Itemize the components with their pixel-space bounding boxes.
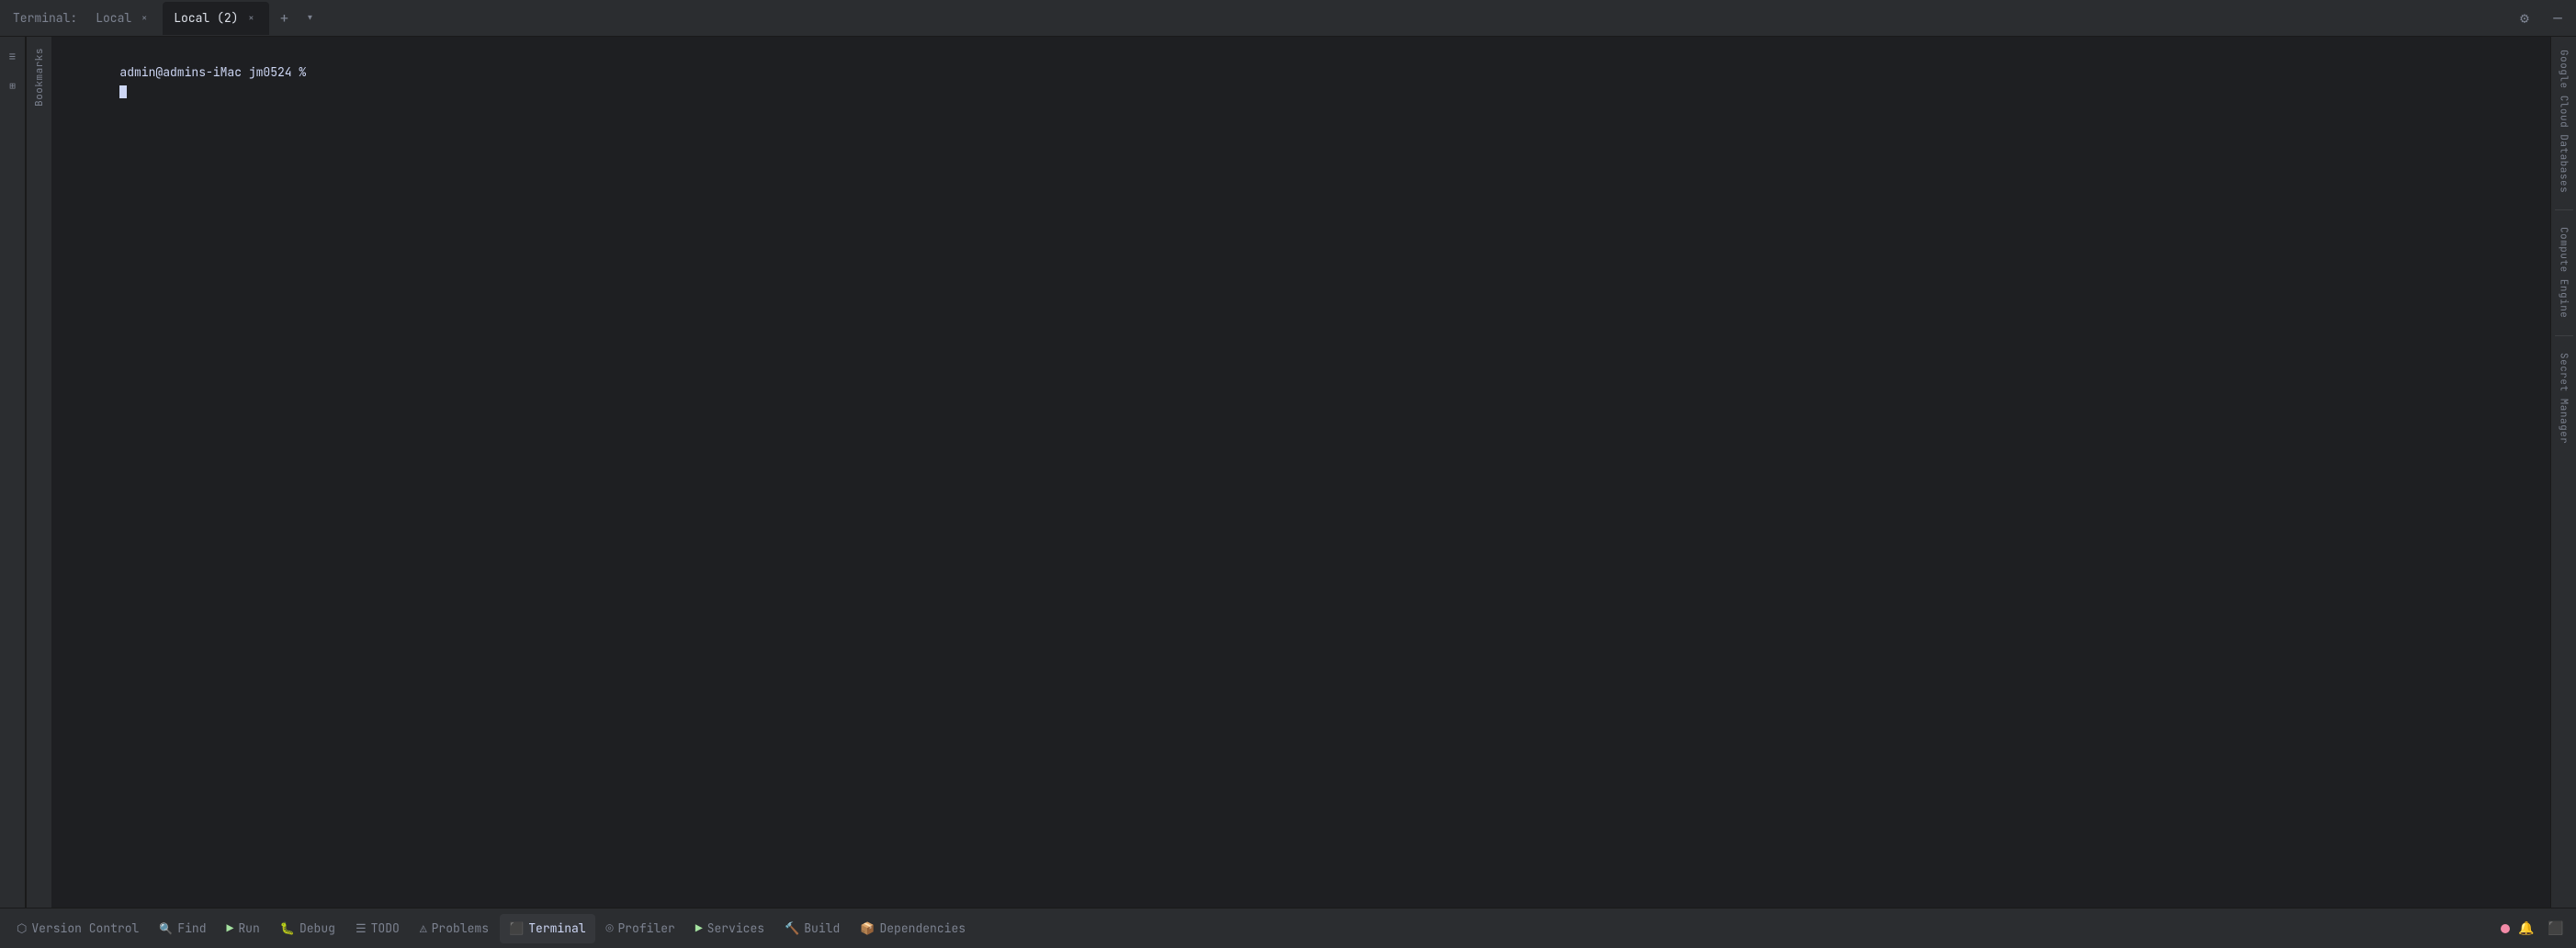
dependencies-icon: 📦 bbox=[860, 920, 875, 936]
todo-icon: ☰ bbox=[356, 920, 367, 936]
build-icon: 🔨 bbox=[785, 920, 799, 936]
right-sidebar-divider-1 bbox=[2555, 209, 2573, 210]
status-bar: ⬡ Version Control 🔍 Find ▶ Run 🐛 Debug ☰… bbox=[0, 908, 2576, 948]
tab-actions: + ▾ bbox=[273, 7, 321, 29]
todo-label: TODO bbox=[371, 920, 400, 936]
debug-icon: 🐛 bbox=[280, 920, 295, 936]
tab-bar: Terminal: Local × Local (2) × + ▾ ⚙ — bbox=[0, 0, 2576, 37]
version-control-button[interactable]: ⬡ Version Control bbox=[7, 914, 148, 943]
version-control-label: Version Control bbox=[31, 920, 139, 936]
terminal-label: Terminal bbox=[528, 920, 585, 936]
services-icon: ▶ bbox=[695, 920, 703, 936]
tab-local-2-label: Local (2) bbox=[174, 10, 238, 26]
layout-icon[interactable]: ⬛ bbox=[2543, 916, 2569, 942]
terminal-content[interactable]: admin@admins-iMac jm0524 % bbox=[51, 37, 2550, 908]
tab-bar-right: ⚙ — bbox=[2512, 6, 2570, 31]
debug-label: Debug bbox=[299, 920, 335, 936]
minimize-icon[interactable]: — bbox=[2545, 6, 2570, 31]
terminal-cursor bbox=[119, 85, 127, 98]
services-button[interactable]: ▶ Services bbox=[686, 914, 774, 943]
structure-icon[interactable]: ≡ bbox=[0, 44, 26, 70]
bookmarks-tab[interactable]: Bookmarks bbox=[29, 37, 50, 118]
profiler-icon: ◎ bbox=[606, 920, 614, 936]
find-label: Find bbox=[177, 920, 206, 936]
profiler-button[interactable]: ◎ Profiler bbox=[597, 914, 684, 943]
find-icon: 🔍 bbox=[159, 921, 173, 936]
tab-local-1-close[interactable]: × bbox=[137, 11, 152, 26]
tab-local-1-label: Local bbox=[96, 10, 131, 26]
tab-local-1[interactable]: Local × bbox=[85, 2, 163, 35]
structure-panel: ≡ ⊞ bbox=[0, 37, 26, 908]
services-label: Services bbox=[707, 920, 764, 936]
notifications-icon[interactable]: 🔔 bbox=[2514, 916, 2539, 942]
secret-manager-tab[interactable]: Secret Manager bbox=[2554, 340, 2574, 457]
add-tab-button[interactable]: + bbox=[273, 7, 295, 29]
version-control-icon: ⬡ bbox=[17, 920, 27, 936]
tab-dropdown-button[interactable]: ▾ bbox=[299, 7, 321, 29]
profiler-label: Profiler bbox=[617, 920, 674, 936]
run-icon: ▶ bbox=[227, 920, 234, 936]
dependencies-label: Dependencies bbox=[879, 920, 966, 936]
problems-label: Problems bbox=[432, 920, 489, 936]
problems-icon: ⚠ bbox=[420, 920, 427, 936]
build-button[interactable]: 🔨 Build bbox=[775, 914, 849, 943]
terminal-prompt: admin@admins-iMac jm0524 % bbox=[119, 64, 306, 80]
terminal-prompt-line: admin@admins-iMac jm0524 % bbox=[62, 44, 2539, 120]
todo-button[interactable]: ☰ TODO bbox=[346, 914, 409, 943]
bookmarks-sidebar: Bookmarks bbox=[26, 37, 51, 908]
tab-local-2[interactable]: Local (2) × bbox=[163, 2, 269, 35]
right-sidebar: Google Cloud Databases Compute Engine Se… bbox=[2550, 37, 2576, 908]
find-button[interactable]: 🔍 Find bbox=[150, 914, 215, 943]
problems-button[interactable]: ⚠ Problems bbox=[411, 914, 498, 943]
left-panel: Bookmarks admin@admins-iMac jm0524 % Goo… bbox=[26, 37, 2576, 908]
status-bar-right: 🔔 ⬛ bbox=[2501, 916, 2569, 942]
build-label: Build bbox=[804, 920, 840, 936]
error-indicator bbox=[2501, 924, 2510, 933]
run-label: Run bbox=[238, 920, 259, 936]
terminal-icon: ⬛ bbox=[509, 920, 524, 936]
tab-local-2-close[interactable]: × bbox=[243, 11, 258, 26]
terminal-button[interactable]: ⬛ Terminal bbox=[500, 914, 595, 943]
debug-button[interactable]: 🐛 Debug bbox=[271, 914, 345, 943]
settings-icon[interactable]: ⚙ bbox=[2512, 6, 2537, 31]
google-cloud-databases-tab[interactable]: Google Cloud Databases bbox=[2554, 37, 2574, 206]
structure-icon-2[interactable]: ⊞ bbox=[0, 73, 26, 99]
compute-engine-tab[interactable]: Compute Engine bbox=[2554, 214, 2574, 331]
terminal-label: Terminal: bbox=[6, 10, 85, 26]
main-area: ≡ ⊞ Bookmarks admin@admins-iMac jm0524 %… bbox=[0, 37, 2576, 908]
right-sidebar-divider-2 bbox=[2555, 335, 2573, 336]
run-button[interactable]: ▶ Run bbox=[218, 914, 269, 943]
dependencies-button[interactable]: 📦 Dependencies bbox=[851, 914, 975, 943]
